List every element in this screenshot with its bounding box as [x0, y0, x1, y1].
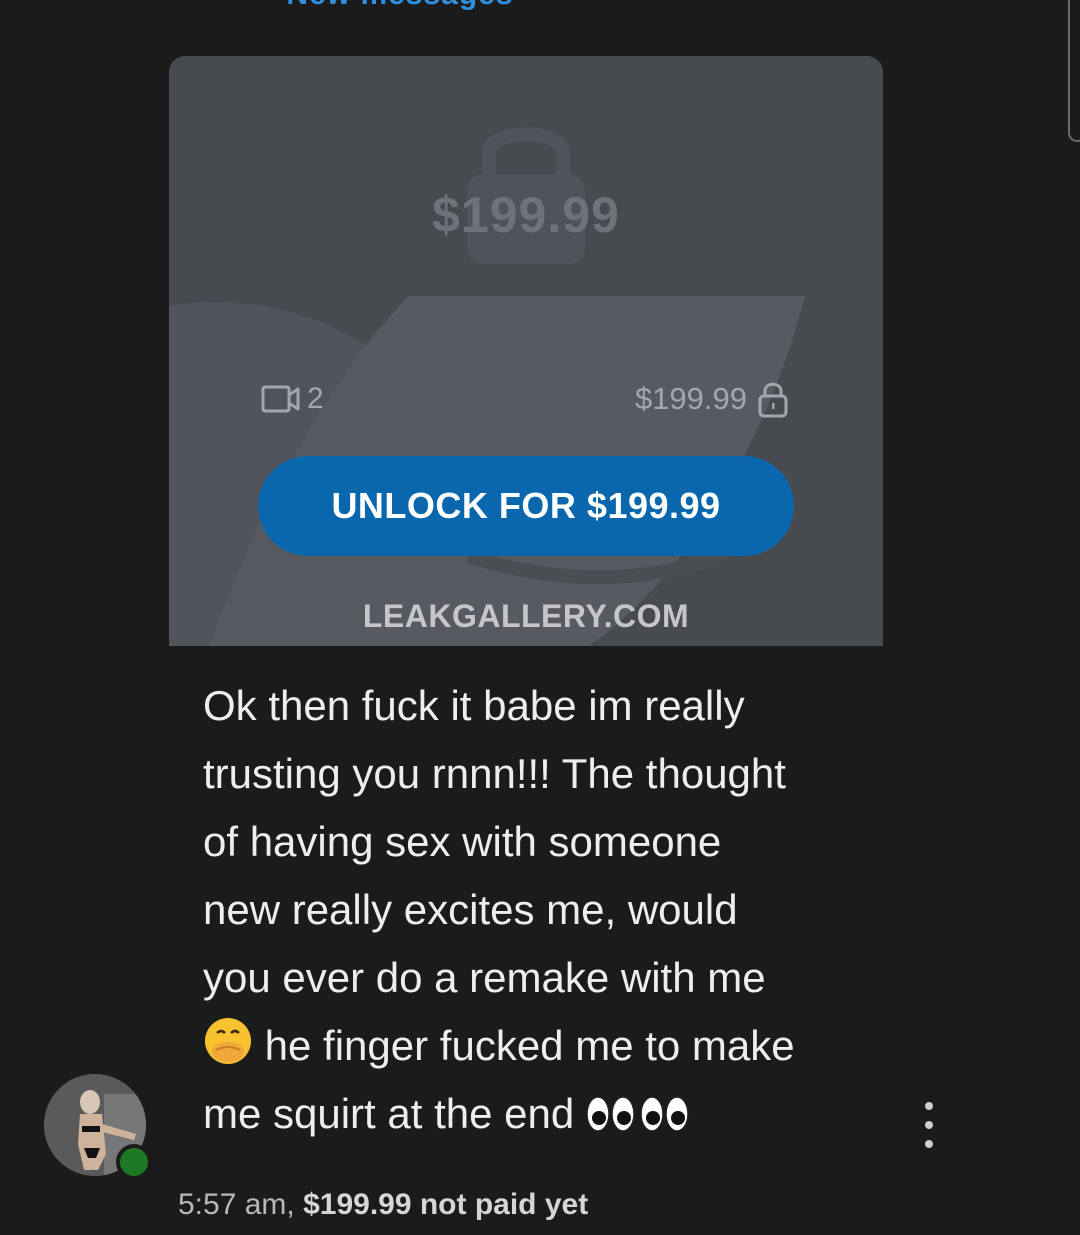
- more-dot-icon: [925, 1102, 933, 1110]
- eyes-emoji-icon: [586, 1096, 689, 1132]
- message-meta: 5:57 am, $199.99 not paid yet: [178, 1188, 588, 1222]
- message-body: Ok then fuck it babe im really trusting …: [203, 672, 883, 1148]
- video-count-value: 2: [307, 382, 324, 415]
- more-dot-icon: [925, 1140, 933, 1148]
- message-line: of having sex with someone: [203, 818, 722, 865]
- message-line-text: me squirt at the end: [203, 1090, 575, 1137]
- center-price: $199.99: [432, 187, 620, 243]
- message-line-text: he finger fucked me to make: [264, 1022, 795, 1069]
- video-camera-icon: [261, 385, 300, 413]
- message-line: you ever do a remake with me: [203, 954, 766, 1001]
- face-with-hand-over-mouth-emoji-icon: [205, 1018, 251, 1064]
- new-messages-divider: New messages: [0, 0, 800, 12]
- video-count: 2: [261, 382, 324, 416]
- online-status-indicator: [116, 1144, 152, 1180]
- lock-icon: [758, 382, 788, 418]
- price-tag: $199.99: [635, 380, 789, 418]
- more-dot-icon: [925, 1121, 933, 1129]
- message-line-with-emoji: me squirt at the end: [203, 1080, 883, 1148]
- price-tag-value: $199.99: [634, 381, 747, 416]
- message-time: 5:57 am,: [178, 1188, 295, 1221]
- scrollbar[interactable]: [1068, 0, 1080, 142]
- message-line: trusting you rnnn!!! The thought: [203, 750, 786, 797]
- unlock-button[interactable]: UNLOCK FOR $199.99: [258, 456, 794, 556]
- message-line: Ok then fuck it babe im really: [203, 682, 745, 729]
- more-options-button[interactable]: [914, 1102, 944, 1148]
- message-line-with-emoji: he finger fucked me to make: [203, 1012, 883, 1080]
- message-line: new really excites me, would: [203, 886, 738, 933]
- watermark-text: LEAKGALLERY.COM: [362, 598, 690, 634]
- avatar[interactable]: [44, 1074, 152, 1180]
- locked-media-card[interactable]: $199.99 2 $199.99 UNLOCK FOR $199.99 LEA…: [169, 56, 883, 646]
- payment-status: $199.99 not paid yet: [303, 1188, 589, 1221]
